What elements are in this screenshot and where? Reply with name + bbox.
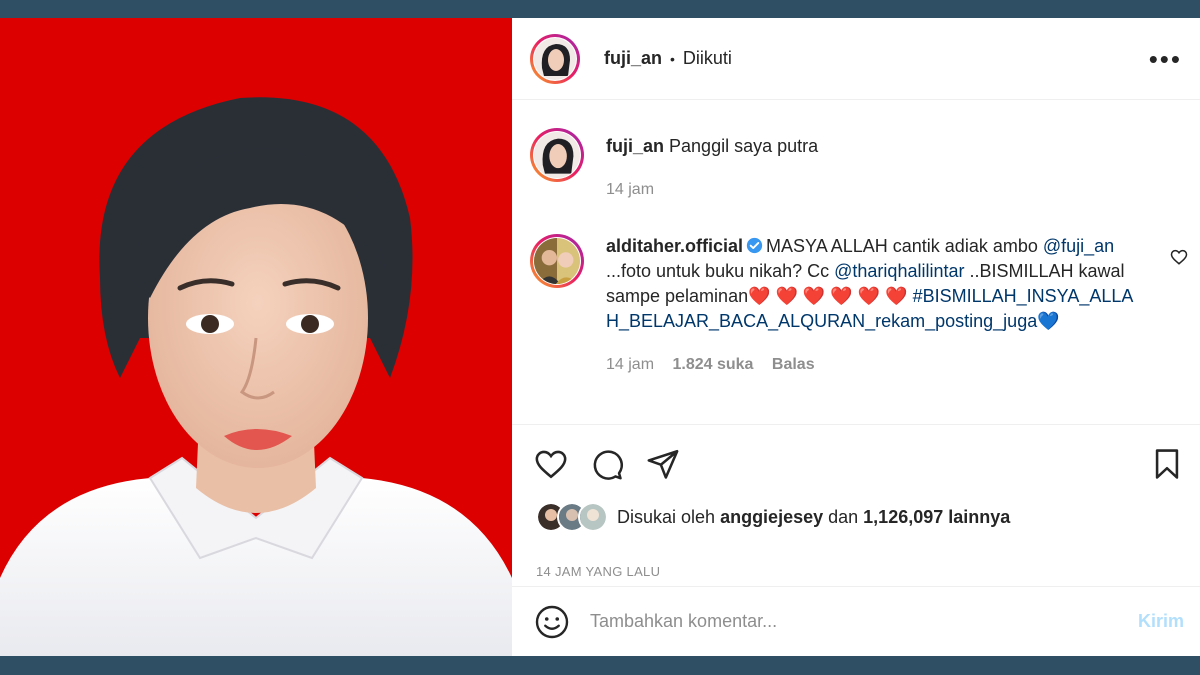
mention-link[interactable]: @thariqhalilintar [834,261,964,281]
post-header: fuji_an • Diikuti ••• [512,18,1200,100]
comment-text-2: ...foto untuk buku nikah? Cc [606,261,835,281]
comment-icon[interactable] [590,447,624,481]
author-avatar[interactable] [530,33,580,84]
comment-like-count[interactable]: 1.824 suka [672,356,753,373]
comment-meta: 14 jam 1.824 suka Balas [606,352,1146,377]
caption-text: Panggil saya putra [669,136,819,156]
comments-list: fuji_an Panggil saya putra 14 jam aldita… [512,100,1200,425]
comment-body: alditaher.official MASYA ALLAH cantik adi… [606,234,1146,377]
post-timestamp[interactable]: 14 JAM YANG LALU [536,564,660,579]
send-comment-button[interactable]: Kirim [1138,611,1184,632]
likes-text: Disukai oleh anggiejesey dan 1,126,097 l… [617,507,1010,528]
avatar-image [534,37,576,80]
verified-badge-icon [746,237,763,254]
comment-item: alditaher.official MASYA ALLAH cantik adi… [530,234,1188,377]
mention-link[interactable]: @fuji_an [1043,236,1114,256]
separator-dot: • [670,50,675,67]
post-frame: fuji_an • Diikuti ••• fuji_an Panggil sa… [0,18,1200,656]
likes-summary: Disukai oleh anggiejesey dan 1,126,097 l… [536,502,1010,532]
emoji-icon[interactable] [534,604,570,640]
caption-meta: 14 jam [606,177,1146,202]
like-heart-icon[interactable] [534,447,568,481]
like-comment-icon[interactable] [1170,248,1188,266]
post-details-panel: fuji_an • Diikuti ••• fuji_an Panggil sa… [512,18,1200,656]
likes-count[interactable]: 1,126,097 lainnya [863,507,1010,527]
liker-username[interactable]: anggiejesey [720,507,823,527]
caption-comment: fuji_an Panggil saya putra 14 jam [530,128,1188,202]
reply-button[interactable]: Balas [772,356,815,373]
avatar-image [534,238,580,284]
caption-body: fuji_an Panggil saya putra 14 jam [606,128,1146,202]
author-username[interactable]: fuji_an [604,48,662,69]
add-comment-bar: Tambahkan komentar... Kirim [512,586,1200,656]
caption-avatar[interactable] [530,128,584,182]
comment-text-1: MASYA ALLAH cantik adiak ambo [766,236,1043,256]
likes-prefix: Disukai oleh [617,506,721,527]
comment-input[interactable]: Tambahkan komentar... [590,611,1138,632]
liker-avatar[interactable] [578,502,608,532]
likes-middle: dan [823,506,864,527]
save-bookmark-icon[interactable] [1150,447,1184,481]
action-bar [534,444,1184,484]
caption-username[interactable]: fuji_an [606,136,664,156]
avatar-image [534,132,580,178]
commenter-avatar[interactable] [530,234,584,288]
portrait-image [0,18,512,656]
blue-heart-emoji: 💙 [1037,311,1060,331]
commenter-username[interactable]: alditaher.official [606,236,743,256]
more-options-icon[interactable]: ••• [1149,46,1182,72]
comment-time[interactable]: 14 jam [606,356,654,373]
follow-status-button[interactable]: Diikuti [683,48,732,69]
post-photo[interactable] [0,18,512,656]
caption-time[interactable]: 14 jam [606,181,654,198]
hearts-emoji: ❤️ ❤️ ❤️ ❤️ ❤️ ❤️ [748,286,908,306]
share-send-icon[interactable] [646,447,680,481]
